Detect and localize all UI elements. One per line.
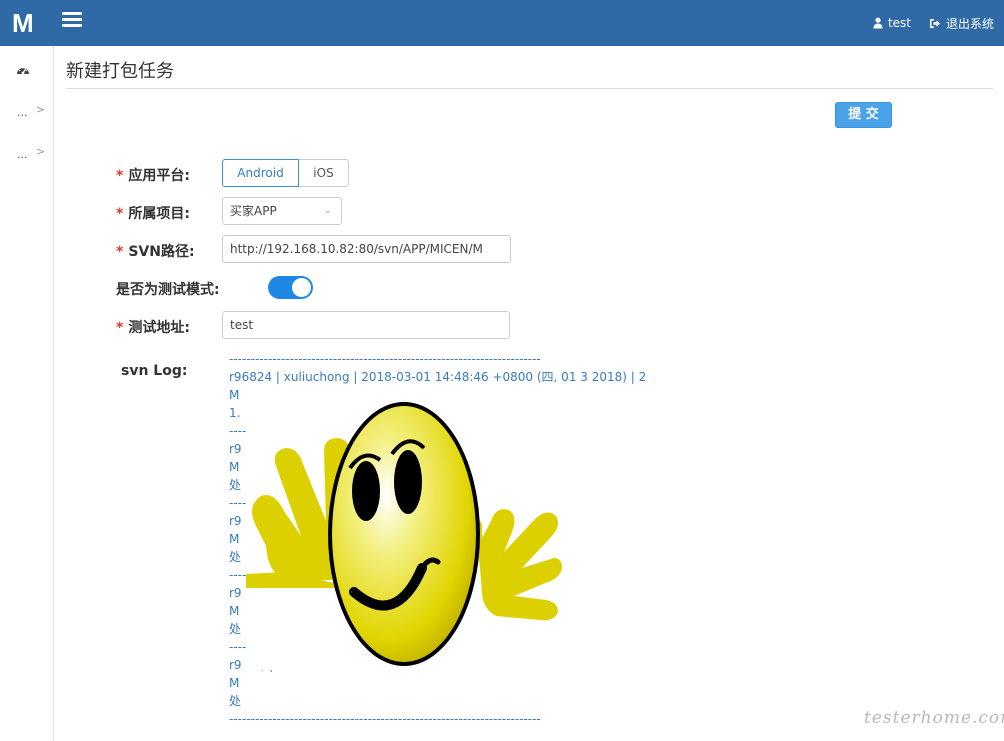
test-mode-toggle[interactable] bbox=[268, 276, 313, 299]
platform-option-ios[interactable]: iOS bbox=[299, 159, 349, 187]
test-address-label: * 测试地址: bbox=[116, 320, 190, 336]
sign-out-icon bbox=[929, 18, 940, 28]
submit-button[interactable]: 提 交 bbox=[835, 102, 892, 128]
chevron-down-icon: ⌄ bbox=[323, 205, 332, 216]
sidebar-item-2[interactable]: ... > bbox=[0, 145, 54, 170]
sidebar: ... > ... > bbox=[0, 46, 54, 741]
project-selected-value: 买家APP bbox=[230, 204, 277, 218]
platform-selector: Android iOS bbox=[222, 159, 349, 187]
required-marker: * bbox=[116, 206, 124, 222]
test-mode-label: 是否为测试模式: bbox=[116, 282, 220, 298]
sidebar-item-label: ... bbox=[17, 106, 28, 119]
user-icon bbox=[873, 17, 883, 29]
top-navbar: M test 退出系统 bbox=[0, 0, 1004, 46]
watermark: testerhome.com bbox=[864, 708, 1004, 728]
project-select[interactable]: 买家APP ⌄ bbox=[222, 197, 342, 225]
logout-label: 退出系统 bbox=[945, 16, 994, 31]
logout-link[interactable]: 退出系统 bbox=[929, 15, 994, 32]
svn-path-input[interactable]: http://192.168.10.82:80/svn/APP/MICEN/M bbox=[222, 235, 511, 263]
svn-log-label: svn Log: bbox=[121, 363, 188, 379]
platform-label: * 应用平台: bbox=[116, 168, 190, 184]
svn-path-label: * SVN路径: bbox=[116, 244, 195, 260]
log-line: ----------------------------------------… bbox=[229, 712, 541, 726]
log-line: r96824 | xuliuchong | 2018-03-01 14:48:4… bbox=[229, 370, 649, 384]
project-label: * 所属项目: bbox=[116, 206, 190, 222]
required-marker: * bbox=[116, 168, 124, 184]
chevron-right-icon: > bbox=[36, 145, 46, 158]
sidebar-item-1[interactable]: ... > bbox=[0, 103, 54, 128]
page-title: 新建打包任务 bbox=[66, 61, 174, 82]
title-divider bbox=[66, 88, 993, 89]
test-address-input[interactable]: test bbox=[222, 311, 510, 339]
sidebar-item-label: ... bbox=[17, 148, 28, 161]
toggle-knob bbox=[292, 278, 311, 297]
app-logo[interactable]: M bbox=[12, 8, 34, 38]
log-line: 处 bbox=[229, 694, 242, 708]
log-line: ----------------------------------------… bbox=[229, 352, 541, 366]
menu-toggle-button[interactable] bbox=[62, 12, 82, 30]
username: test bbox=[887, 16, 911, 30]
user-menu[interactable]: test bbox=[873, 16, 911, 30]
required-marker: * bbox=[116, 244, 124, 260]
required-marker: * bbox=[116, 320, 124, 336]
waving-smiley-icon bbox=[246, 396, 562, 670]
chevron-right-icon: > bbox=[36, 103, 46, 116]
dashboard-icon[interactable] bbox=[16, 64, 30, 75]
platform-option-android[interactable]: Android bbox=[222, 159, 299, 187]
log-line: M bbox=[229, 676, 240, 690]
